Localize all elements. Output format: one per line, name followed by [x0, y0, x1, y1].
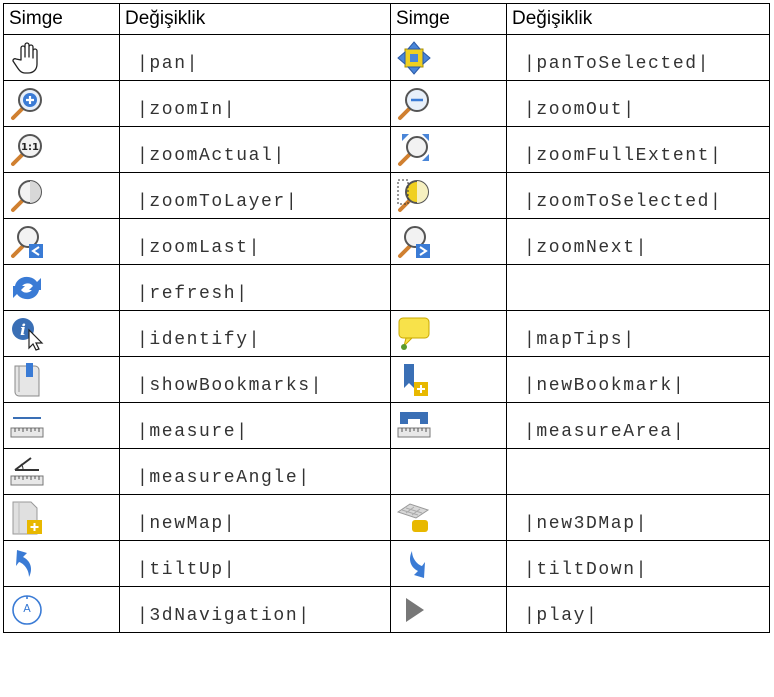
change-label: |showBookmarks|	[119, 356, 391, 403]
table-row: |newMap| |new3DMap|	[3, 494, 770, 541]
new-bookmark-icon	[396, 362, 432, 398]
icon-cell	[390, 586, 507, 633]
change-label: |tiltUp|	[119, 540, 391, 587]
svg-text:1:1: 1:1	[21, 142, 39, 153]
icon-cell	[390, 402, 507, 449]
zoom-in-icon	[9, 86, 45, 122]
map-tips-icon	[396, 316, 432, 352]
header-icon-1: Simge	[3, 3, 120, 35]
icon-cell	[390, 494, 507, 541]
new-map-icon	[9, 500, 45, 536]
zoom-to-layer-icon	[9, 178, 45, 214]
change-label: |new3DMap|	[506, 494, 770, 541]
tilt-down-icon	[396, 546, 432, 582]
header-change-1: Değişiklik	[119, 3, 391, 35]
table-header-row: Simge Değişiklik Simge Değişiklik	[3, 3, 770, 35]
change-label: |3dNavigation|	[119, 586, 391, 633]
icon-cell	[3, 540, 120, 587]
table-row: |tiltUp| |tiltDown|	[3, 540, 770, 587]
tilt-up-icon	[9, 546, 45, 582]
icon-cell	[3, 494, 120, 541]
icon-cell	[3, 264, 120, 311]
icon-cell: i	[3, 310, 120, 357]
svg-text:A: A	[23, 602, 31, 615]
zoom-full-extent-icon	[396, 132, 432, 168]
zoom-next-icon	[396, 224, 432, 260]
change-label	[506, 448, 770, 495]
table-row: |zoomToLayer| |zoomToSelected|	[3, 172, 770, 219]
table-row: A |3dNavigation| |play|	[3, 586, 770, 633]
change-label: |zoomActual|	[119, 126, 391, 173]
icon-cell	[3, 402, 120, 449]
change-label: |identify|	[119, 310, 391, 357]
table-row: |measure| |measureArea|	[3, 402, 770, 449]
3d-navigation-icon: A	[9, 592, 45, 628]
zoom-to-selected-icon	[396, 178, 432, 214]
change-label: |newBookmark|	[506, 356, 770, 403]
zoom-actual-icon: 1:1	[9, 132, 45, 168]
change-label: |refresh|	[119, 264, 391, 311]
change-label: |measureAngle|	[119, 448, 391, 495]
change-label: |tiltDown|	[506, 540, 770, 587]
svg-text:i: i	[20, 321, 26, 339]
icon-cell	[3, 448, 120, 495]
icon-cell	[390, 356, 507, 403]
change-label: |zoomLast|	[119, 218, 391, 265]
change-label: |zoomIn|	[119, 80, 391, 127]
icon-cell	[390, 310, 507, 357]
pan-hand-icon	[9, 40, 45, 76]
icon-cell: A	[3, 586, 120, 633]
change-label: |zoomNext|	[506, 218, 770, 265]
icon-change-table: Simge Değişiklik Simge Değişiklik |pan| |…	[3, 3, 770, 633]
table-row: i |identify| |mapTips|	[3, 310, 770, 357]
icon-cell	[390, 218, 507, 265]
change-label: |pan|	[119, 34, 391, 81]
change-label: |measure|	[119, 402, 391, 449]
refresh-icon	[9, 270, 45, 306]
icon-cell	[390, 34, 507, 81]
change-label: |mapTips|	[506, 310, 770, 357]
change-label	[506, 264, 770, 311]
icon-cell	[390, 80, 507, 127]
change-label: |zoomToSelected|	[506, 172, 770, 219]
identify-icon: i	[9, 316, 45, 352]
icon-cell	[390, 126, 507, 173]
pan-to-selected-icon	[396, 40, 432, 76]
change-label: |newMap|	[119, 494, 391, 541]
measure-angle-icon	[9, 454, 45, 490]
icon-cell	[3, 172, 120, 219]
change-label: |play|	[506, 586, 770, 633]
header-change-2: Değişiklik	[506, 3, 770, 35]
show-bookmarks-icon	[9, 362, 45, 398]
change-label: |zoomToLayer|	[119, 172, 391, 219]
zoom-out-icon	[396, 86, 432, 122]
icon-cell	[390, 540, 507, 587]
icon-cell	[390, 172, 507, 219]
change-label: |zoomOut|	[506, 80, 770, 127]
table-row: |zoomLast| |zoomNext|	[3, 218, 770, 265]
table-row: |measureAngle|	[3, 448, 770, 495]
zoom-last-icon	[9, 224, 45, 260]
new-3d-map-icon	[396, 500, 432, 536]
play-icon	[396, 592, 432, 628]
change-label: |zoomFullExtent|	[506, 126, 770, 173]
change-label: |panToSelected|	[506, 34, 770, 81]
icon-cell	[390, 264, 507, 311]
measure-icon	[9, 408, 45, 444]
icon-cell: 1:1	[3, 126, 120, 173]
table-row: |zoomIn| |zoomOut|	[3, 80, 770, 127]
icon-cell	[3, 356, 120, 403]
header-icon-2: Simge	[390, 3, 507, 35]
measure-area-icon	[396, 408, 432, 444]
icon-cell	[3, 80, 120, 127]
icon-cell	[3, 34, 120, 81]
table-row: |refresh|	[3, 264, 770, 311]
icon-cell	[3, 218, 120, 265]
icon-cell	[390, 448, 507, 495]
table-row: |pan| |panToSelected|	[3, 34, 770, 81]
change-label: |measureArea|	[506, 402, 770, 449]
table-row: 1:1 |zoomActual| |zoomFullExtent|	[3, 126, 770, 173]
table-row: |showBookmarks| |newBookmark|	[3, 356, 770, 403]
